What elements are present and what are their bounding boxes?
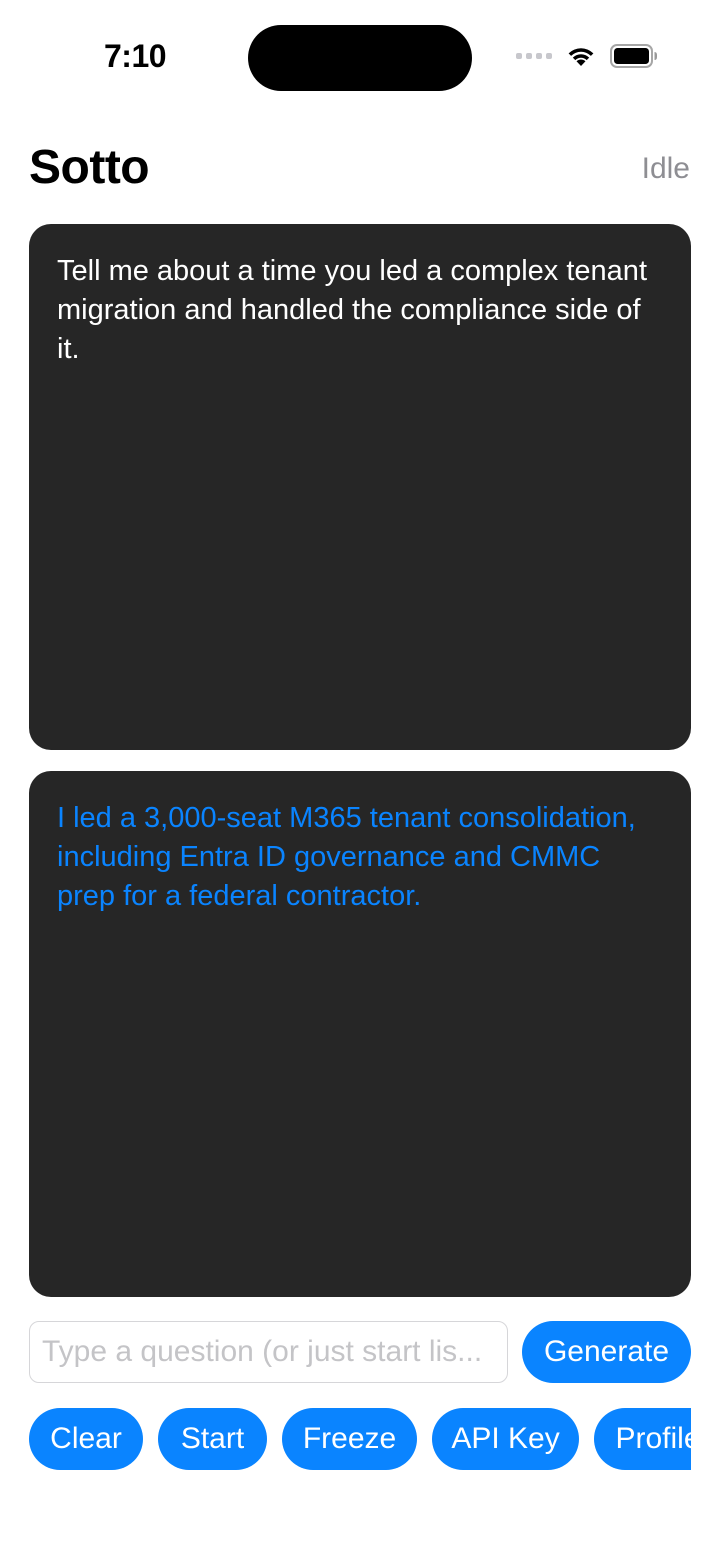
question-text: Tell me about a time you led a complex t… [57,255,647,365]
start-button[interactable]: Start [158,1408,267,1470]
api-key-button[interactable]: API Key [432,1408,579,1470]
action-button-row: Clear Start Freeze API Key Profile [29,1408,691,1470]
status-time: 7:10 [104,38,167,74]
cellular-signal-icon [516,53,552,59]
question-panel: Tell me about a time you led a complex t… [29,224,691,750]
generate-button[interactable]: Generate [522,1321,691,1383]
battery-icon [610,44,657,68]
freeze-button[interactable]: Freeze [282,1408,417,1470]
status-label: Idle [641,152,690,185]
dynamic-island [248,25,472,91]
question-input[interactable] [29,1321,508,1383]
wifi-icon [568,48,594,66]
clear-button[interactable]: Clear [29,1408,143,1470]
answer-text: I led a 3,000-seat M365 tenant consolida… [57,802,636,912]
answer-panel: I led a 3,000-seat M365 tenant consolida… [29,771,691,1297]
page-title: Sotto [29,141,150,194]
status-icons [516,44,658,68]
profile-button[interactable]: Profile [594,1408,691,1470]
